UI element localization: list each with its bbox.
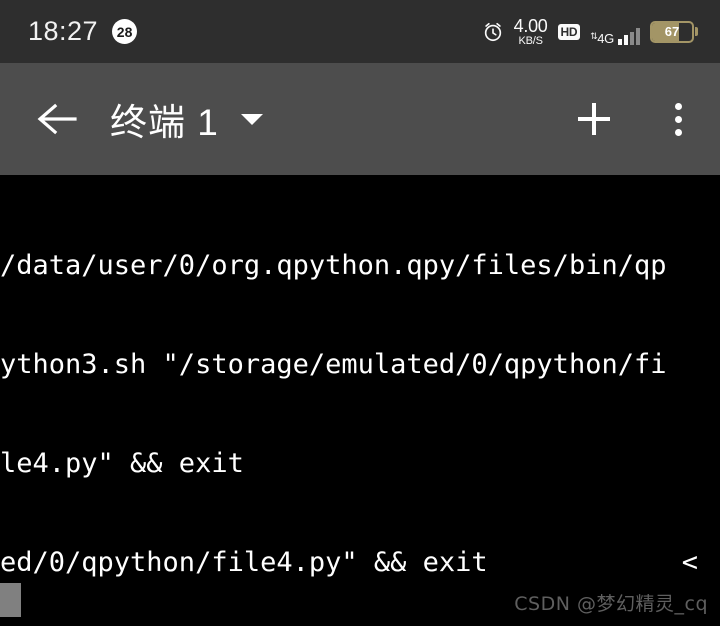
add-session-button[interactable] (566, 91, 622, 147)
network-speed-value: 4.00 (513, 15, 548, 36)
notification-count-badge: 28 (112, 19, 138, 44)
battery-body: 67 (650, 20, 694, 43)
signal-bars-icon (618, 27, 640, 45)
overflow-menu-button[interactable] (658, 91, 698, 147)
terminal-right-marker: < (681, 547, 698, 578)
status-bar-right: 4.00 KB/S HD ⇅ 4G 67 (482, 17, 698, 47)
terminal-output-area[interactable]: /data/user/0/org.qpython.qpy/files/bin/q… (0, 175, 720, 626)
network-type-indicator: ⇅ 4G (590, 30, 614, 45)
network-speed-unit: KB/S (518, 34, 543, 47)
terminal-line: ython3.sh "/storage/emulated/0/qpython/f… (0, 349, 667, 380)
more-vertical-icon-dot-1 (674, 102, 682, 110)
battery-indicator: 67 (650, 20, 698, 43)
terminal-session-selector[interactable]: 终端 1 (110, 92, 566, 146)
battery-percent-label: 67 (664, 24, 680, 39)
alarm-clock-icon (482, 21, 504, 43)
more-vertical-icon-dot-3 (674, 128, 682, 136)
terminal-cursor (0, 583, 21, 617)
terminal-line-text: ed/0/qpython/file4.py" && exit (0, 547, 488, 578)
terminal-lines: /data/user/0/org.qpython.qpy/files/bin/q… (0, 175, 720, 626)
status-clock: 18:27 (28, 16, 99, 46)
page-title: 终端 1 (110, 102, 219, 143)
app-bar: 终端 1 (0, 63, 720, 175)
signal-indicator: ⇅ 4G (590, 19, 640, 45)
status-bar-left: 18:27 28 (28, 16, 138, 47)
terminal-line: le4.py" && exit (0, 448, 244, 479)
hd-badge-icon: HD (557, 23, 581, 40)
more-vertical-icon-dot-2 (674, 115, 682, 123)
terminal-line: /data/user/0/org.qpython.qpy/files/bin/q… (0, 250, 667, 281)
watermark-text: CSDN @梦幻精灵_cq (514, 593, 708, 615)
battery-cap-icon (695, 27, 698, 36)
back-button[interactable] (30, 92, 84, 146)
terminal-line-with-marker: ed/0/qpython/file4.py" && exit < (0, 546, 720, 579)
data-transfer-arrows-icon: ⇅ (590, 30, 598, 41)
status-bar: 18:27 28 4.00 KB/S HD ⇅ 4G 67 (0, 0, 720, 63)
network-speed-indicator: 4.00 KB/S (514, 17, 548, 47)
chevron-down-icon[interactable] (240, 113, 263, 125)
